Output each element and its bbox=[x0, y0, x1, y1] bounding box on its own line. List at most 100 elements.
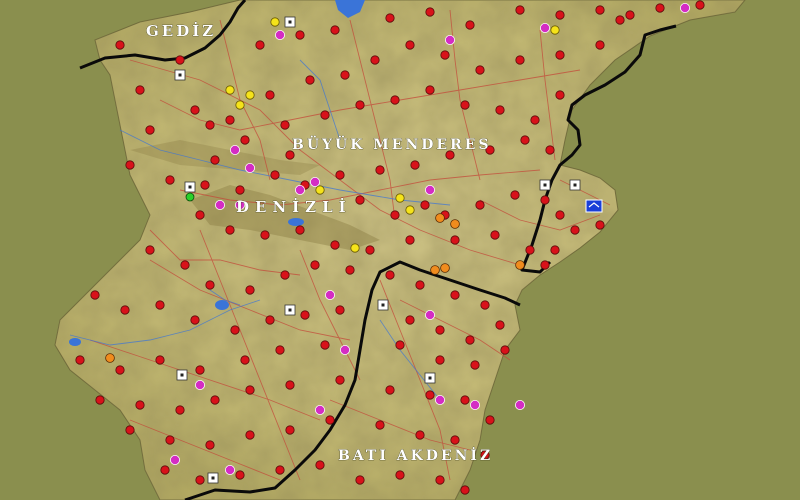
red-dot-icon[interactable] bbox=[280, 270, 290, 280]
red-dot-icon[interactable] bbox=[335, 170, 345, 180]
red-dot-icon[interactable] bbox=[195, 365, 205, 375]
yellow-dot-icon[interactable] bbox=[270, 17, 280, 27]
red-dot-icon[interactable] bbox=[475, 65, 485, 75]
red-dot-icon[interactable] bbox=[165, 435, 175, 445]
magenta-dot-icon[interactable] bbox=[214, 199, 225, 210]
red-dot-icon[interactable] bbox=[555, 10, 565, 20]
orange-dot-icon[interactable] bbox=[450, 219, 460, 229]
red-dot-icon[interactable] bbox=[210, 395, 220, 405]
red-dot-icon[interactable] bbox=[450, 290, 460, 300]
red-dot-icon[interactable] bbox=[240, 135, 250, 145]
red-dot-icon[interactable] bbox=[435, 355, 445, 365]
red-dot-icon[interactable] bbox=[225, 115, 235, 125]
red-dot-icon[interactable] bbox=[160, 465, 170, 475]
orange-dot-icon[interactable] bbox=[435, 213, 445, 223]
red-dot-icon[interactable] bbox=[370, 55, 380, 65]
magenta-dot-icon[interactable] bbox=[680, 3, 691, 13]
red-dot-icon[interactable] bbox=[125, 160, 135, 170]
red-dot-icon[interactable] bbox=[695, 0, 705, 10]
red-dot-icon[interactable] bbox=[255, 40, 265, 50]
magenta-dot-icon[interactable] bbox=[424, 184, 435, 195]
red-dot-icon[interactable] bbox=[125, 425, 135, 435]
red-dot-icon[interactable] bbox=[155, 300, 165, 310]
red-dot-icon[interactable] bbox=[385, 13, 395, 23]
red-dot-icon[interactable] bbox=[235, 470, 245, 480]
red-dot-icon[interactable] bbox=[320, 110, 330, 120]
red-dot-icon[interactable] bbox=[225, 225, 235, 235]
magenta-dot-icon[interactable] bbox=[194, 379, 205, 390]
red-dot-icon[interactable] bbox=[345, 265, 355, 275]
red-dot-icon[interactable] bbox=[200, 180, 210, 190]
red-dot-icon[interactable] bbox=[175, 55, 185, 65]
orange-dot-icon[interactable] bbox=[440, 263, 450, 273]
magenta-dot-icon[interactable] bbox=[515, 399, 526, 410]
red-dot-icon[interactable] bbox=[330, 25, 340, 35]
red-dot-icon[interactable] bbox=[180, 260, 190, 270]
red-dot-icon[interactable] bbox=[440, 50, 450, 60]
red-dot-icon[interactable] bbox=[295, 225, 305, 235]
red-dot-icon[interactable] bbox=[120, 305, 130, 315]
magenta-dot-icon[interactable] bbox=[339, 344, 350, 355]
magenta-dot-icon[interactable] bbox=[244, 162, 255, 173]
red-dot-icon[interactable] bbox=[115, 40, 125, 50]
red-dot-icon[interactable] bbox=[75, 355, 85, 365]
red-dot-icon[interactable] bbox=[175, 405, 185, 415]
red-dot-icon[interactable] bbox=[405, 40, 415, 50]
yellow-dot-icon[interactable] bbox=[245, 90, 255, 100]
magenta-dot-icon[interactable] bbox=[540, 22, 551, 33]
red-dot-icon[interactable] bbox=[135, 400, 145, 410]
red-dot-icon[interactable] bbox=[595, 220, 605, 230]
magenta-dot-icon[interactable] bbox=[444, 35, 455, 46]
red-dot-icon[interactable] bbox=[135, 85, 145, 95]
red-dot-icon[interactable] bbox=[165, 175, 175, 185]
red-dot-icon[interactable] bbox=[420, 200, 430, 210]
red-dot-icon[interactable] bbox=[470, 360, 480, 370]
red-dot-icon[interactable] bbox=[245, 285, 255, 295]
magenta-dot-icon[interactable] bbox=[274, 29, 285, 40]
red-dot-icon[interactable] bbox=[245, 385, 255, 395]
red-dot-icon[interactable] bbox=[285, 380, 295, 390]
red-dot-icon[interactable] bbox=[270, 170, 280, 180]
red-dot-icon[interactable] bbox=[305, 75, 315, 85]
red-dot-icon[interactable] bbox=[460, 100, 470, 110]
red-dot-icon[interactable] bbox=[530, 115, 540, 125]
red-dot-icon[interactable] bbox=[495, 320, 505, 330]
red-dot-icon[interactable] bbox=[355, 195, 365, 205]
red-dot-icon[interactable] bbox=[515, 5, 525, 15]
red-dot-icon[interactable] bbox=[365, 245, 375, 255]
red-dot-icon[interactable] bbox=[550, 245, 560, 255]
red-dot-icon[interactable] bbox=[295, 30, 305, 40]
red-dot-icon[interactable] bbox=[340, 70, 350, 80]
red-dot-icon[interactable] bbox=[335, 375, 345, 385]
red-dot-icon[interactable] bbox=[275, 465, 285, 475]
red-dot-icon[interactable] bbox=[385, 270, 395, 280]
red-dot-icon[interactable] bbox=[460, 485, 470, 495]
orange-dot-icon[interactable] bbox=[515, 260, 525, 270]
yellow-dot-icon[interactable] bbox=[350, 243, 360, 253]
magenta-dot-icon[interactable] bbox=[434, 394, 445, 405]
red-dot-icon[interactable] bbox=[265, 90, 275, 100]
red-dot-icon[interactable] bbox=[540, 260, 550, 270]
red-dot-icon[interactable] bbox=[390, 95, 400, 105]
red-dot-icon[interactable] bbox=[595, 40, 605, 50]
red-dot-icon[interactable] bbox=[375, 165, 385, 175]
red-dot-icon[interactable] bbox=[435, 475, 445, 485]
red-dot-icon[interactable] bbox=[285, 425, 295, 435]
red-dot-icon[interactable] bbox=[280, 120, 290, 130]
red-dot-icon[interactable] bbox=[490, 230, 500, 240]
red-dot-icon[interactable] bbox=[325, 415, 335, 425]
red-dot-icon[interactable] bbox=[90, 290, 100, 300]
magenta-dot-icon[interactable] bbox=[324, 289, 335, 300]
red-dot-icon[interactable] bbox=[275, 345, 285, 355]
yellow-dot-icon[interactable] bbox=[550, 25, 560, 35]
magenta-dot-icon[interactable] bbox=[469, 399, 480, 410]
red-dot-icon[interactable] bbox=[205, 120, 215, 130]
red-dot-icon[interactable] bbox=[555, 50, 565, 60]
magenta-dot-icon[interactable] bbox=[294, 184, 305, 195]
map-view[interactable]: GEDİZ BÜYÜK MENDERES BATI AKDENİZ DENİZL… bbox=[0, 0, 800, 500]
red-dot-icon[interactable] bbox=[405, 315, 415, 325]
red-dot-icon[interactable] bbox=[655, 3, 665, 13]
red-dot-icon[interactable] bbox=[570, 225, 580, 235]
red-dot-icon[interactable] bbox=[235, 185, 245, 195]
red-dot-icon[interactable] bbox=[205, 280, 215, 290]
